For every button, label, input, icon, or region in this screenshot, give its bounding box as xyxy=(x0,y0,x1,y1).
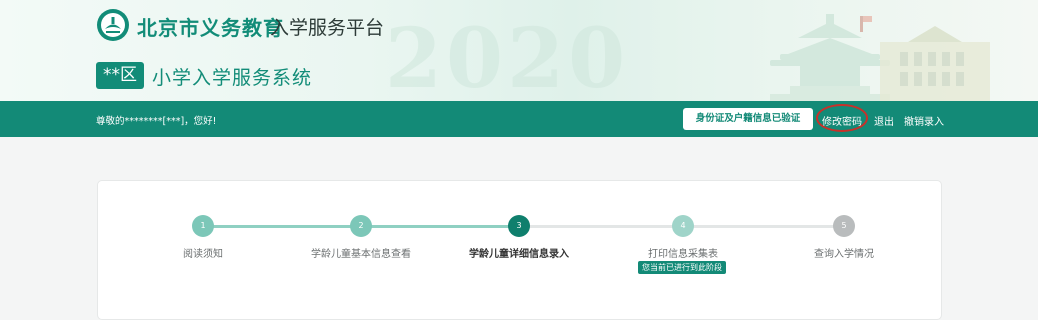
beijing-education-logo xyxy=(97,9,129,41)
site-header: 2020 北京市义务教育 入学服务平台 **区 小学入学服务系统 xyxy=(0,0,1038,101)
step-5-node: 5 xyxy=(833,215,855,237)
platform-title: 北京市义务教育 xyxy=(137,16,284,40)
logout-link[interactable]: 退出 xyxy=(874,113,894,128)
current-stage-tag: 您当前已进行到此阶段 xyxy=(638,261,726,274)
background-year-watermark: 2020 xyxy=(385,11,630,101)
step-2-label: 学龄儿童基本信息查看 xyxy=(311,249,411,260)
step-2-node: 2 xyxy=(350,215,372,237)
change-password-link[interactable]: 修改密码 xyxy=(822,113,862,128)
step-4-label: 打印信息采集表 xyxy=(648,249,718,260)
step-4-node: 4 xyxy=(672,215,694,237)
platform-subtitle: 入学服务平台 xyxy=(270,17,385,39)
withdraw-entry-link[interactable]: 撤销录入 xyxy=(904,113,944,128)
step-5-label: 查询入学情况 xyxy=(814,249,874,260)
step-1-label: 阅读须知 xyxy=(183,249,223,260)
system-title: 小学入学服务系统 xyxy=(152,67,313,89)
verification-status-badge: 身份证及户籍信息已验证 xyxy=(683,108,813,130)
user-bar: 尊敬的********[***]，您好! 身份证及户籍信息已验证 修改密码 退出… xyxy=(0,101,1038,137)
user-greeting: 尊敬的********[***]，您好! xyxy=(96,116,217,127)
progress-card: 1 2 3 4 5 阅读须知 学龄儿童基本信息查看 学龄儿童详细信息录入 打印信… xyxy=(97,180,942,320)
step-3-label: 学龄儿童详细信息录入 xyxy=(469,249,569,260)
temple-of-heaven-illustration xyxy=(770,14,990,101)
step-1-node: 1 xyxy=(192,215,214,237)
district-badge: **区 xyxy=(96,62,144,89)
step-3-node: 3 xyxy=(508,215,530,237)
